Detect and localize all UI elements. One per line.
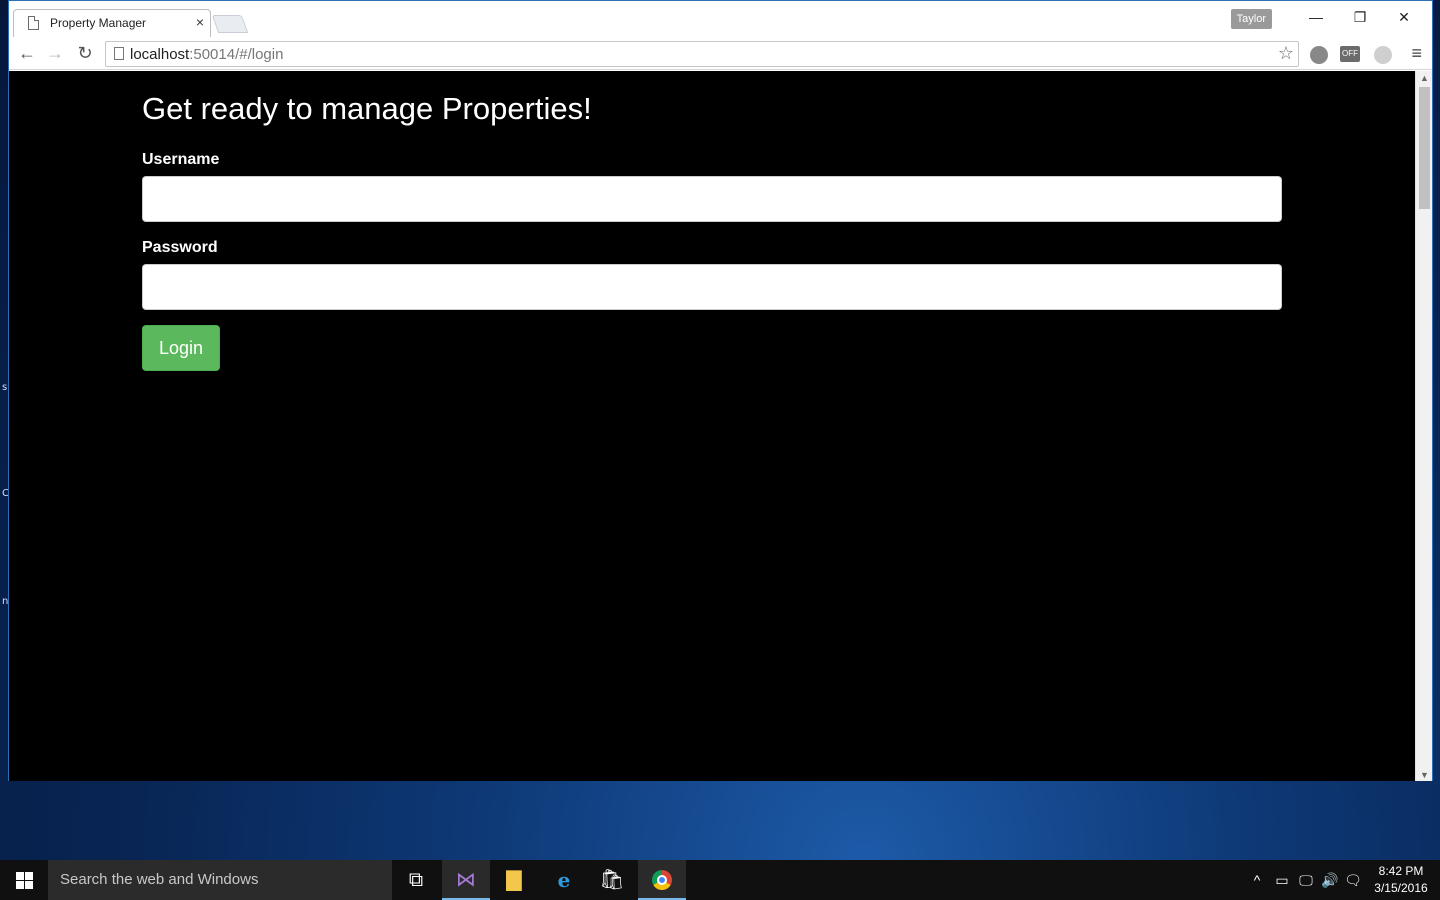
menu-icon[interactable]: ≡ <box>1411 43 1422 64</box>
tab-title: Property Manager <box>50 16 147 30</box>
taskbar: Search the web and Windows ⧉ ⋈ ▇ e 🛍 ^ ▭… <box>0 860 1440 900</box>
extension-off-icon[interactable]: OFF <box>1340 46 1360 62</box>
visual-studio-icon[interactable]: ⋈ <box>442 860 490 900</box>
windows-logo-icon <box>16 881 24 889</box>
tab-close-icon[interactable]: × <box>196 14 204 30</box>
chrome-logo-icon <box>652 870 672 890</box>
url-text[interactable]: localhost:50014/#/login <box>130 46 283 63</box>
start-button[interactable] <box>0 860 48 900</box>
url-host: localhost <box>130 46 190 63</box>
network-icon[interactable]: 🖵 <box>1296 860 1316 900</box>
reload-button[interactable]: ↻ <box>73 41 97 65</box>
back-button[interactable]: ← <box>15 41 39 65</box>
username-input[interactable] <box>142 176 1282 222</box>
url-path: :50014/#/login <box>189 46 284 63</box>
username-label: Username <box>142 151 220 168</box>
new-tab-button[interactable] <box>211 15 249 33</box>
task-view-icon[interactable]: ⧉ <box>392 860 440 900</box>
page-content: Get ready to manage Properties! Username… <box>9 71 1416 781</box>
close-window-button[interactable]: ✕ <box>1382 5 1426 29</box>
bookmark-star-icon[interactable]: ☆ <box>1278 43 1294 64</box>
browser-toolbar: ← → ↻ localhost:50014/#/login ☆ OFF ≡ <box>9 37 1432 70</box>
windows-logo-icon <box>25 881 33 889</box>
password-input[interactable] <box>142 264 1282 310</box>
show-hidden-icons-chevron-icon[interactable]: ^ <box>1248 860 1266 900</box>
windows-logo-icon <box>25 872 33 880</box>
file-explorer-icon[interactable]: ▇ <box>490 860 538 900</box>
password-label: Password <box>142 239 218 256</box>
vertical-scrollbar[interactable]: ▲ ▼ <box>1415 71 1432 781</box>
clock-time: 8:42 PM <box>1378 864 1424 878</box>
scroll-down-icon[interactable]: ▼ <box>1420 770 1429 780</box>
action-center-icon[interactable]: 🗨 <box>1342 860 1364 900</box>
minimize-button[interactable]: — <box>1294 5 1338 29</box>
title-bar: Property Manager × Taylor — ❐ ✕ <box>9 1 1432 37</box>
windows-logo-icon <box>16 872 24 880</box>
edge-icon[interactable]: e <box>540 860 588 900</box>
forward-button[interactable]: → <box>43 41 67 65</box>
page-icon <box>28 16 39 30</box>
system-clock[interactable]: 8:42 PM 3/15/2016 <box>1368 863 1434 897</box>
desktop-icon-label: s <box>2 382 8 393</box>
login-button[interactable]: Login <box>142 325 220 371</box>
profile-button[interactable]: Taylor <box>1230 9 1272 29</box>
restore-button[interactable]: ❐ <box>1338 5 1382 29</box>
browser-tab[interactable]: Property Manager × <box>13 9 211 37</box>
scroll-up-icon[interactable]: ▲ <box>1420 73 1429 83</box>
volume-icon[interactable]: 🔊 <box>1320 860 1340 900</box>
clock-date: 3/15/2016 <box>1374 881 1428 895</box>
page-title: Get ready to manage Properties! <box>142 91 592 126</box>
address-bar[interactable]: localhost:50014/#/login ☆ <box>105 41 1299 67</box>
page-info-icon[interactable] <box>114 47 124 60</box>
scroll-thumb[interactable] <box>1419 87 1430 209</box>
store-icon[interactable]: 🛍 <box>588 860 636 900</box>
browser-window: Property Manager × Taylor — ❐ ✕ ← → ↻ lo… <box>8 0 1433 781</box>
extension-icon[interactable] <box>1310 46 1328 64</box>
chrome-icon[interactable] <box>638 860 686 900</box>
extension-icon[interactable] <box>1374 46 1392 64</box>
battery-icon[interactable]: ▭ <box>1272 860 1292 900</box>
taskbar-search-input[interactable]: Search the web and Windows <box>48 860 392 900</box>
